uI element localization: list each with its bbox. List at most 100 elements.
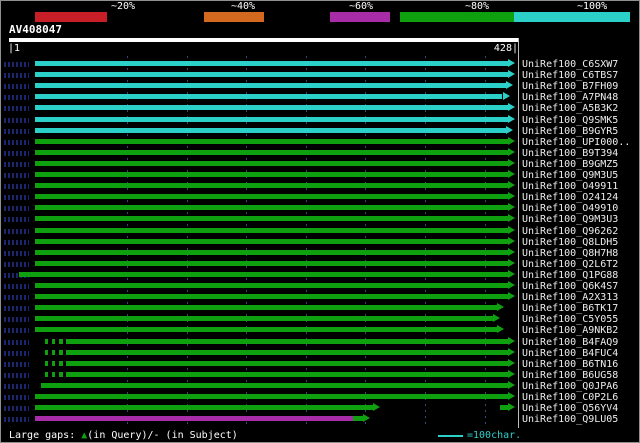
hit-bar[interactable] — [45, 339, 49, 344]
hit-label[interactable]: UniRef100_B7FH09 — [522, 82, 618, 92]
hit-bar[interactable] — [66, 372, 508, 377]
hit-bar[interactable] — [41, 383, 508, 388]
hit-label[interactable]: UniRef100_Q9SMK5 — [522, 116, 618, 126]
hit-bar[interactable] — [59, 350, 63, 355]
hit-bar[interactable] — [35, 94, 502, 99]
hit-bar[interactable] — [35, 416, 353, 421]
hit-label[interactable]: UniRef100_B6UG58 — [522, 371, 618, 381]
hit-bar[interactable] — [59, 339, 63, 344]
hit-label[interactable]: UniRef100_Q56YV4 — [522, 404, 618, 414]
hit-bar[interactable] — [66, 339, 508, 344]
hit-arrow — [508, 137, 515, 145]
identity-scale-label: ~100% — [577, 2, 607, 12]
scale-legend-label: =100char. — [467, 431, 521, 441]
hit-bar[interactable] — [35, 150, 508, 155]
hit-bar[interactable] — [45, 372, 49, 377]
hit-id-mark — [4, 62, 29, 67]
hit-bar[interactable] — [35, 294, 508, 299]
hit-bar[interactable] — [35, 283, 508, 288]
hit-label[interactable]: UniRef100_B9GYR5 — [522, 127, 618, 137]
hit-label[interactable]: UniRef100_O24124 — [522, 193, 618, 203]
hit-bar[interactable] — [52, 350, 56, 355]
hit-bar[interactable] — [35, 183, 508, 188]
hit-label[interactable]: UniRef100_A2X313 — [522, 293, 618, 303]
hit-arrow — [508, 270, 515, 278]
hit-bar[interactable] — [52, 361, 56, 366]
hit-label[interactable]: UniRef100_Q1PG88 — [522, 271, 618, 281]
alignment-row: UniRef100_Q9LU05 — [1, 414, 640, 425]
hit-label[interactable]: UniRef100_B4FAQ9 — [522, 338, 618, 348]
hit-bar[interactable] — [35, 250, 508, 255]
hit-bar[interactable] — [35, 316, 493, 321]
hit-id-mark — [4, 118, 29, 123]
hit-label[interactable]: UniRef100_Q2L6T2 — [522, 260, 618, 270]
hit-label[interactable]: UniRef100_Q9M3U3 — [522, 215, 618, 225]
hit-label[interactable]: UniRef100_C6TBS7 — [522, 71, 618, 81]
alignment-row: UniRef100_B9GYR5 — [1, 126, 640, 137]
hit-label[interactable]: UniRef100_C0P2L6 — [522, 393, 618, 403]
hit-bar[interactable] — [59, 372, 63, 377]
hit-bar[interactable] — [35, 305, 496, 310]
hit-bar[interactable] — [35, 239, 508, 244]
hit-bar[interactable] — [19, 272, 509, 277]
hit-bar[interactable] — [35, 194, 508, 199]
hit-label[interactable]: UniRef100_Q96262 — [522, 227, 618, 237]
hit-bar[interactable] — [35, 172, 508, 177]
hit-label[interactable]: UniRef100_O49910 — [522, 204, 618, 214]
hit-label[interactable]: UniRef100_Q9M3U5 — [522, 171, 618, 181]
hit-bar[interactable] — [35, 117, 508, 122]
hit-label[interactable]: UniRef100_A5B3K2 — [522, 104, 618, 114]
hit-label[interactable]: UniRef100_A9NKB2 — [522, 326, 618, 336]
hit-bar[interactable] — [52, 372, 56, 377]
alignment-row: UniRef100_B6UG58 — [1, 370, 640, 381]
hit-label[interactable]: UniRef100_B9GMZ5 — [522, 160, 618, 170]
hit-bar[interactable] — [35, 405, 372, 410]
hit-label[interactable]: UniRef100_B6TK17 — [522, 304, 618, 314]
hit-label[interactable]: UniRef100_Q0JPA6 — [522, 382, 618, 392]
hit-bar[interactable] — [35, 261, 508, 266]
hit-bar[interactable] — [35, 61, 508, 66]
hit-label[interactable]: UniRef100_O49911 — [522, 182, 618, 192]
hit-bar[interactable] — [35, 72, 508, 77]
hit-label[interactable]: UniRef100_C6SXW7 — [522, 60, 618, 70]
hit-bar[interactable] — [500, 405, 508, 410]
hit-label[interactable]: UniRef100_A7PN48 — [522, 93, 618, 103]
hit-label[interactable]: UniRef100_Q9LU05 — [522, 415, 618, 425]
hit-bar[interactable] — [35, 216, 508, 221]
hit-label[interactable]: UniRef100_B6TN16 — [522, 360, 618, 370]
hit-bar[interactable] — [66, 361, 508, 366]
hit-bar[interactable] — [35, 83, 506, 88]
hit-bar[interactable] — [35, 161, 508, 166]
hit-label[interactable]: UniRef100_Q8H7H8 — [522, 249, 618, 259]
hit-bar[interactable] — [35, 327, 496, 332]
hit-label[interactable]: UniRef100_C5Y055 — [522, 315, 618, 325]
hit-label[interactable]: UniRef100_UPI000.. — [522, 138, 630, 148]
alignment-row: UniRef100_B9GMZ5 — [1, 159, 640, 170]
hit-arrow — [363, 414, 370, 422]
hit-bar[interactable] — [35, 394, 508, 399]
hit-bar[interactable] — [59, 361, 63, 366]
hit-bar[interactable] — [52, 339, 56, 344]
hit-id-mark — [4, 284, 29, 289]
hit-bar[interactable] — [35, 139, 508, 144]
hit-bar[interactable] — [45, 350, 49, 355]
hit-arrow — [508, 181, 515, 189]
hit-label[interactable]: UniRef100_B4FUC4 — [522, 349, 618, 359]
alignment-row: UniRef100_A9NKB2 — [1, 325, 640, 336]
alignment-row: UniRef100_B9T394 — [1, 148, 640, 159]
hit-bar[interactable] — [35, 205, 508, 210]
hit-bar[interactable] — [35, 228, 508, 233]
alignment-row: UniRef100_Q56YV4 — [1, 403, 640, 414]
hit-bar[interactable] — [35, 128, 506, 133]
hit-arrow — [497, 303, 504, 311]
hit-bar[interactable] — [45, 361, 49, 366]
hit-arrow — [493, 314, 500, 322]
hit-bar[interactable] — [353, 416, 363, 421]
hit-label[interactable]: UniRef100_Q8LDH5 — [522, 238, 618, 248]
hit-arrow — [508, 370, 515, 378]
hit-label[interactable]: UniRef100_B9T394 — [522, 149, 618, 159]
hit-bar[interactable] — [35, 105, 508, 110]
alignment-row: UniRef100_C0P2L6 — [1, 392, 640, 403]
hit-bar[interactable] — [66, 350, 508, 355]
hit-label[interactable]: UniRef100_Q6K4S7 — [522, 282, 618, 292]
